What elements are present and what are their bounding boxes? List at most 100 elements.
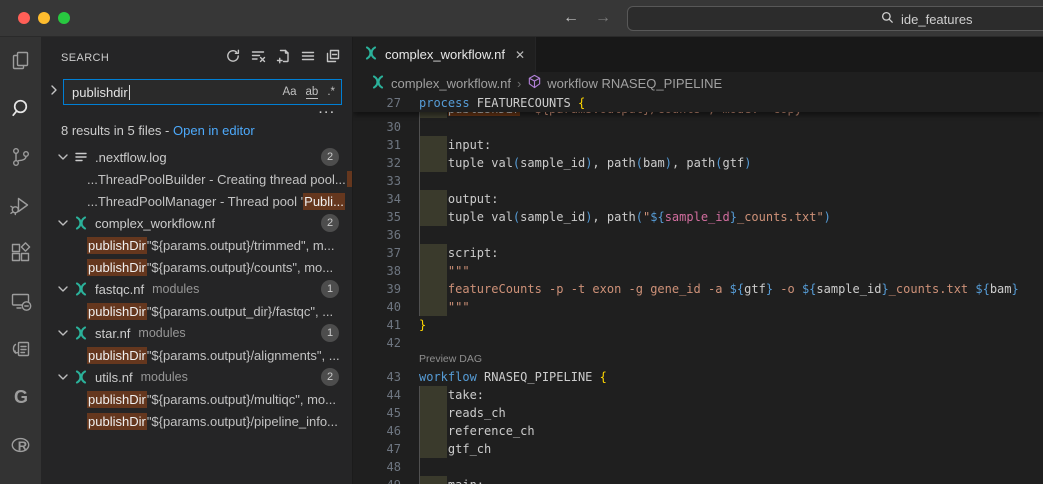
match-highlight: publishDir	[87, 347, 147, 364]
code-line[interactable]: 33	[353, 172, 1043, 190]
chevron-right-icon	[46, 82, 62, 103]
line-number: 48	[353, 458, 401, 476]
result-match-row[interactable]: publishDir "${params.output}/alignments"…	[41, 344, 352, 366]
line-number: 47	[353, 440, 401, 458]
result-match-row[interactable]: ...ThreadPoolManager - Thread pool 'Publ…	[41, 190, 352, 212]
chevron-down-icon[interactable]	[55, 215, 73, 231]
code-line[interactable]: 41}	[353, 316, 1043, 334]
close-window-button[interactable]	[18, 12, 30, 24]
activity-item-gitlens[interactable]: G	[0, 373, 41, 421]
chevron-down-icon[interactable]	[55, 325, 73, 341]
activity-bar: GR	[0, 37, 41, 484]
activity-item-run-debug[interactable]	[0, 181, 41, 229]
magnifier-icon	[880, 10, 895, 28]
match-text: ...ThreadPoolBuilder - Creating thread p…	[87, 172, 346, 187]
code-line[interactable]: 34 output:	[353, 190, 1043, 208]
toggle-replace-button[interactable]	[47, 82, 61, 103]
code-line[interactable]: 37 script:	[353, 244, 1043, 262]
match-case-button[interactable]: Aa	[282, 86, 296, 98]
code-line[interactable]: 40 """	[353, 298, 1043, 316]
codelens-preview-dag[interactable]: Preview DAG	[419, 350, 482, 368]
code-editor[interactable]: 27process FEATURECOUNTS { publishDir "${…	[353, 94, 1043, 484]
clear-search-results-button[interactable]	[249, 49, 267, 67]
activity-item-r-tools[interactable]: R	[0, 421, 41, 469]
toggle-search-details-button[interactable]: ···	[41, 105, 352, 121]
activity-item-task-explorer[interactable]	[0, 325, 41, 373]
chevron-down-icon[interactable]	[55, 281, 73, 297]
code-line[interactable]: 39 featureCounts -p -t exon -g gene_id -…	[353, 280, 1043, 298]
close-tab-icon[interactable]: ✕	[515, 48, 525, 62]
code-line[interactable]: 48	[353, 458, 1043, 476]
refresh-button[interactable]	[224, 49, 242, 67]
command-center-search[interactable]: ide_features	[627, 6, 1043, 31]
code-line[interactable]: 36	[353, 226, 1043, 244]
code-line[interactable]: 43workflow RNASEQ_PIPELINE {	[353, 368, 1043, 386]
view-list-icon	[300, 48, 316, 69]
activity-item-explorer[interactable]	[0, 37, 41, 85]
open-new-search-editor-button[interactable]	[274, 49, 292, 67]
result-match-row[interactable]: ...ThreadPoolBuilder - Creating thread p…	[41, 168, 352, 190]
activity-item-cloud[interactable]	[0, 469, 41, 484]
result-match-row[interactable]: publishDir "${params.output}/trimmed", m…	[41, 234, 352, 256]
breadcrumb: complex_workflow.nf › workflow RNASEQ_PI…	[353, 72, 1043, 94]
result-match-row[interactable]: publishDir "${params.output}/counts", mo…	[41, 256, 352, 278]
result-match-row[interactable]: publishDir "${params.output}/multiqc", m…	[41, 388, 352, 410]
code-line[interactable]: publishDir "${params.output}/counts", mo…	[353, 112, 1043, 118]
sidebar-title: SEARCH	[61, 52, 109, 64]
code-line[interactable]: 30	[353, 118, 1043, 136]
line-number	[353, 112, 401, 118]
code-line[interactable]: 35 tuple val(sample_id), path("${sample_…	[353, 208, 1043, 226]
nextflow-file-icon	[370, 74, 386, 93]
result-match-row[interactable]: publishDir "${params.output}/pipeline_in…	[41, 410, 352, 432]
match-text: ...ThreadPoolManager - Thread pool '	[87, 194, 303, 209]
breadcrumb-file[interactable]: complex_workflow.nf	[370, 74, 511, 93]
file-path: modules	[138, 326, 185, 340]
navigate-forward-button[interactable]: →	[595, 9, 611, 27]
chevron-down-icon[interactable]	[55, 369, 73, 385]
result-file-row[interactable]: utils.nfmodules2	[41, 366, 352, 388]
line-number: 27	[353, 94, 401, 112]
activity-item-remote-explorer[interactable]	[0, 277, 41, 325]
command-center-query: ide_features	[901, 12, 973, 27]
activity-item-search[interactable]	[0, 85, 41, 133]
clear-results-icon	[250, 48, 266, 69]
nextflow-icon	[73, 325, 93, 341]
match-text-after: "${params.output}/counts", mo...	[147, 260, 333, 275]
open-in-editor-link[interactable]: Open in editor	[173, 123, 255, 138]
code-line[interactable]: 42	[353, 334, 1043, 352]
indent-guide	[419, 118, 420, 136]
code-line[interactable]: 27process FEATURECOUNTS {	[353, 94, 1043, 112]
code-line[interactable]: 47 gtf_ch	[353, 440, 1043, 458]
result-file-row[interactable]: complex_workflow.nf2	[41, 212, 352, 234]
result-match-row[interactable]: publishDir "${params.output_dir}/fastqc"…	[41, 300, 352, 322]
minimize-window-button[interactable]	[38, 12, 50, 24]
result-file-row[interactable]: .nextflow.log2	[41, 146, 352, 168]
chevron-down-icon[interactable]	[55, 149, 73, 165]
code-line[interactable]: 38 """	[353, 262, 1043, 280]
result-file-row[interactable]: fastqc.nfmodules1	[41, 278, 352, 300]
use-regex-button[interactable]: .*	[327, 86, 335, 98]
code-line[interactable]: 46 reference_ch	[353, 422, 1043, 440]
match-count-badge: 2	[321, 148, 339, 166]
match-text-after: "${params.output}/pipeline_info...	[147, 414, 338, 429]
titlebar: ← → ide_features	[0, 0, 1043, 37]
view-as-list-button[interactable]	[299, 49, 317, 67]
sticky-scroll-line[interactable]: 27process FEATURECOUNTS {	[353, 94, 1043, 112]
activity-item-extensions[interactable]	[0, 229, 41, 277]
collapse-all-button[interactable]	[324, 49, 342, 67]
line-number: 33	[353, 172, 401, 190]
code-line[interactable]: 31 input:	[353, 136, 1043, 154]
breadcrumb-symbol[interactable]: workflow RNASEQ_PIPELINE	[527, 74, 722, 92]
match-highlight: publishDir	[87, 413, 147, 430]
code-line[interactable]: 44 take:	[353, 386, 1043, 404]
zoom-window-button[interactable]	[58, 12, 70, 24]
search-input[interactable]: publishdir Aa ab .*	[63, 79, 342, 105]
code-line[interactable]: 32 tuple val(sample_id), path(bam), path…	[353, 154, 1043, 172]
whole-word-button[interactable]: ab	[306, 86, 319, 99]
code-line[interactable]: 45 reads_ch	[353, 404, 1043, 422]
result-file-row[interactable]: star.nfmodules1	[41, 322, 352, 344]
navigate-back-button[interactable]: ←	[563, 9, 579, 27]
activity-item-source-control[interactable]	[0, 133, 41, 181]
code-line[interactable]: 49 main:	[353, 476, 1043, 484]
tab-complex-workflow[interactable]: complex_workflow.nf ✕	[353, 37, 536, 72]
